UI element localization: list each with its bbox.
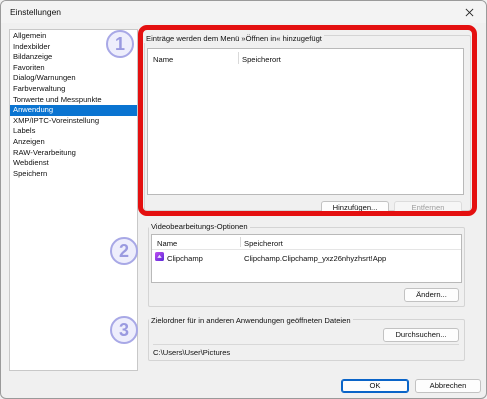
browse-button[interactable]: Durchsuchen... xyxy=(383,328,459,342)
cancel-button[interactable]: Abbrechen xyxy=(415,379,481,393)
clipchamp-icon xyxy=(155,252,164,261)
callout-badge-1: 1 xyxy=(106,30,134,58)
sidebar-item-dialog-warnungen[interactable]: Dialog/Warnungen xyxy=(10,73,137,84)
column-header-name[interactable]: Name xyxy=(157,239,177,248)
path-divider xyxy=(153,344,459,345)
sidebar-item-tonwerte[interactable]: Tonwerte und Messpunkte xyxy=(10,95,137,106)
video-options-title: Videobearbeitungs-Optionen xyxy=(149,222,250,231)
table-row-location[interactable]: Clipchamp.Clipchamp_yxz26nhyzhsrt!App xyxy=(244,254,386,263)
sidebar-item-anwendung[interactable]: Anwendung xyxy=(10,105,137,116)
sidebar-item-speichern[interactable]: Speichern xyxy=(10,169,137,180)
close-button[interactable] xyxy=(452,1,486,23)
sidebar-item-webdienst[interactable]: Webdienst xyxy=(10,158,137,169)
title-bar[interactable]: Einstellungen xyxy=(1,1,486,23)
callout-badge-3: 3 xyxy=(110,316,138,344)
close-icon xyxy=(465,8,473,16)
target-folder-path: C:\Users\User\Pictures xyxy=(153,348,231,357)
video-options-list[interactable]: Name Speicherort Clipchamp Clipchamp.Cli… xyxy=(151,234,462,283)
window-title: Einstellungen xyxy=(10,7,62,17)
sidebar-item-farbverwaltung[interactable]: Farbverwaltung xyxy=(10,84,137,95)
ok-button[interactable]: OK xyxy=(341,379,409,393)
callout-badge-2: 2 xyxy=(110,237,138,265)
sidebar-item-anzeigen[interactable]: Anzeigen xyxy=(10,137,137,148)
table-row-name[interactable]: Clipchamp xyxy=(167,254,203,263)
column-separator[interactable] xyxy=(240,237,241,247)
sidebar-item-xmp-iptc[interactable]: XMP/IPTC-Voreinstellung xyxy=(10,116,137,127)
highlight-frame xyxy=(138,25,477,216)
sidebar-item-labels[interactable]: Labels xyxy=(10,126,137,137)
column-header-speicherort[interactable]: Speicherort xyxy=(244,239,283,248)
header-divider xyxy=(152,249,461,250)
sidebar-item-favoriten[interactable]: Favoriten xyxy=(10,63,137,74)
target-folder-title: Zielordner für in anderen Anwendungen ge… xyxy=(149,316,353,325)
change-button[interactable]: Ändern... xyxy=(404,288,459,302)
settings-dialog: Einstellungen Allgemein Indexbilder Bild… xyxy=(0,0,487,399)
sidebar-item-raw-verarbeitung[interactable]: RAW-Verarbeitung xyxy=(10,148,137,159)
